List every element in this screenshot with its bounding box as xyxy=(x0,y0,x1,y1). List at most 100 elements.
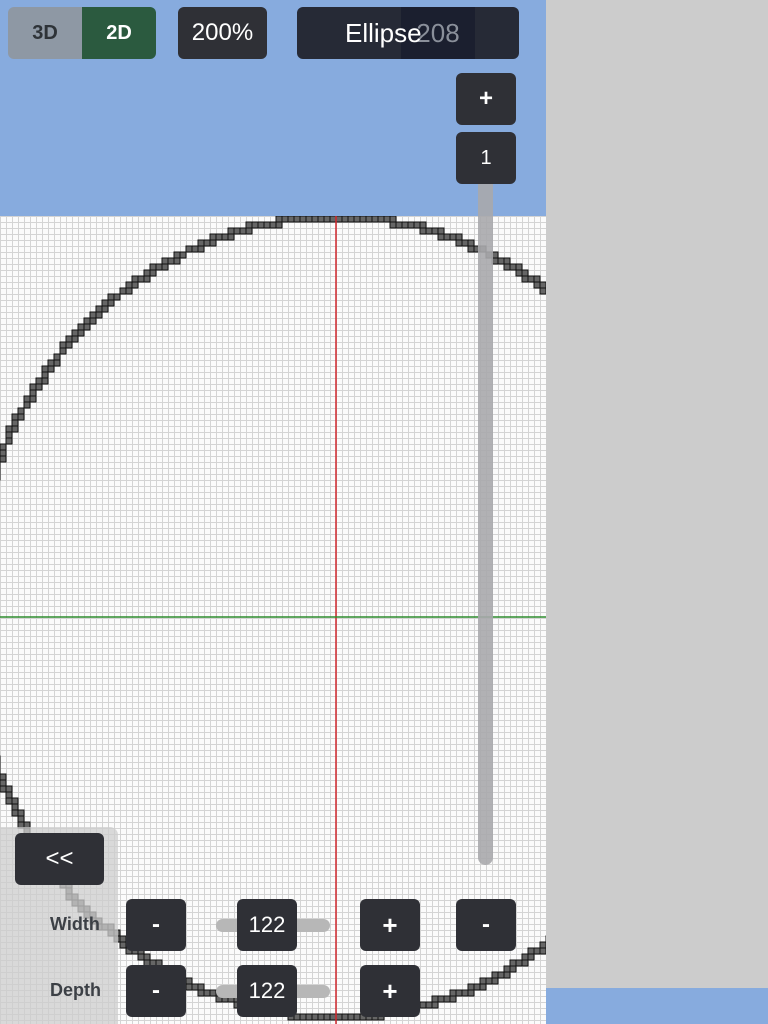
ellipse-block xyxy=(209,233,217,241)
ellipse-block xyxy=(215,233,223,241)
ellipse-block xyxy=(521,275,529,283)
view-toggle[interactable]: 3D 2D xyxy=(8,7,156,59)
ellipse-block xyxy=(467,989,475,997)
ellipse-block xyxy=(305,1013,313,1021)
shape-selector[interactable]: 208 Ellipse xyxy=(297,7,519,59)
extra-minus-button[interactable]: - xyxy=(456,899,516,951)
ellipse-block xyxy=(83,323,91,331)
ellipse-block xyxy=(11,803,19,811)
ellipse-block xyxy=(29,389,37,397)
ellipse-block xyxy=(257,221,265,229)
ellipse-block xyxy=(149,263,157,271)
ellipse-block xyxy=(5,437,13,445)
ellipse-block xyxy=(173,257,181,265)
layer-value[interactable]: 1 xyxy=(456,132,516,184)
ellipse-block xyxy=(377,216,385,223)
ellipse-block xyxy=(77,329,85,337)
ellipse-block xyxy=(131,275,139,283)
ellipse-block xyxy=(455,233,463,241)
ellipse-block xyxy=(173,251,181,259)
layer-slider-track[interactable] xyxy=(478,160,493,865)
ellipse-block xyxy=(437,995,445,1003)
ellipse-block xyxy=(143,275,151,283)
ellipse-block xyxy=(23,401,31,409)
ellipse-block xyxy=(299,1013,307,1021)
width-plus-button[interactable]: + xyxy=(360,899,420,951)
ellipse-block xyxy=(407,221,415,229)
ellipse-block xyxy=(419,1001,427,1009)
ellipse-block xyxy=(335,216,343,223)
ellipse-block xyxy=(107,293,115,301)
ellipse-block xyxy=(461,239,469,247)
ellipse-block xyxy=(203,989,211,997)
ellipse-block xyxy=(65,335,73,343)
shape-name: Ellipse xyxy=(345,17,422,48)
ellipse-block xyxy=(311,216,319,223)
collapse-button[interactable]: << xyxy=(15,833,104,885)
ellipse-block xyxy=(71,335,79,343)
ellipse-block xyxy=(521,269,529,277)
ellipse-block xyxy=(197,245,205,253)
ellipse-block xyxy=(305,216,313,223)
ellipse-block xyxy=(89,317,97,325)
ellipse-block xyxy=(503,257,511,265)
ellipse-block xyxy=(431,1001,439,1009)
view-2d-button[interactable]: 2D xyxy=(82,7,156,59)
ellipse-block xyxy=(209,239,217,247)
layer-up-button[interactable]: + xyxy=(456,73,516,125)
depth-value[interactable]: 122 xyxy=(237,965,297,1017)
ellipse-block xyxy=(143,269,151,277)
ellipse-block xyxy=(17,809,25,817)
ellipse-block xyxy=(467,239,475,247)
right-bottom-strip xyxy=(546,988,768,1024)
ellipse-block xyxy=(437,227,445,235)
ellipse-block xyxy=(137,953,145,961)
ellipse-block xyxy=(455,989,463,997)
depth-plus-button[interactable]: + xyxy=(360,965,420,1017)
ellipse-block xyxy=(341,1013,349,1021)
ellipse-block xyxy=(329,1013,337,1021)
ellipse-block xyxy=(95,305,103,313)
ellipse-block xyxy=(533,275,541,283)
ellipse-block xyxy=(515,263,523,271)
width-minus-button[interactable]: - xyxy=(126,899,186,951)
ellipse-block xyxy=(221,233,229,241)
app-canvas: 3D 2D 200% 208 Ellipse + 1 << Width Dept… xyxy=(0,0,546,1024)
ellipse-block xyxy=(509,965,517,973)
ellipse-block xyxy=(401,221,409,229)
ellipse-block xyxy=(65,341,73,349)
ellipse-block xyxy=(83,317,91,325)
ellipse-block xyxy=(179,251,187,259)
ellipse-block xyxy=(77,323,85,331)
ellipse-block xyxy=(503,263,511,271)
ellipse-block xyxy=(197,239,205,247)
ellipse-block xyxy=(0,785,7,793)
ellipse-block xyxy=(53,359,61,367)
ellipse-block xyxy=(353,216,361,223)
ellipse-block xyxy=(0,455,7,463)
depth-minus-button[interactable]: - xyxy=(126,965,186,1017)
ellipse-block xyxy=(11,809,19,817)
ellipse-block xyxy=(437,233,445,241)
ellipse-block xyxy=(5,431,13,439)
ellipse-block xyxy=(0,449,7,457)
ellipse-block xyxy=(449,233,457,241)
ellipse-block xyxy=(113,293,121,301)
ellipse-block xyxy=(449,995,457,1003)
ellipse-block xyxy=(59,341,67,349)
ellipse-block xyxy=(17,413,25,421)
ellipse-block xyxy=(269,221,277,229)
ellipse-block xyxy=(125,287,133,295)
ellipse-block xyxy=(347,216,355,223)
zoom-button[interactable]: 200% xyxy=(178,7,267,59)
ellipse-block xyxy=(473,983,481,991)
ellipse-block xyxy=(47,365,55,373)
ellipse-block xyxy=(527,947,535,955)
view-3d-button[interactable]: 3D xyxy=(8,7,82,59)
ellipse-block xyxy=(467,983,475,991)
ellipse-block xyxy=(347,1013,355,1021)
width-value[interactable]: 122 xyxy=(237,899,297,951)
ellipse-block xyxy=(167,257,175,265)
ellipse-block xyxy=(59,347,67,355)
ellipse-block xyxy=(161,257,169,265)
